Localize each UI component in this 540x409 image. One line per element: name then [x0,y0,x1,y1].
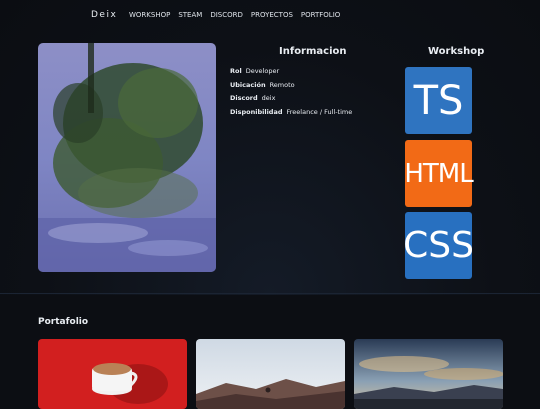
portfolio-card-sunset[interactable] [354,339,503,409]
profile-photo [38,43,216,272]
brand-logo[interactable]: Deix [91,10,117,20]
nav-link-steam[interactable]: STEAM [178,11,202,19]
nav-link-workshop[interactable]: WORKSHOP [129,11,170,19]
portfolio-title: Portafolio [38,317,89,327]
workshop-title: Workshop [428,46,485,57]
info-value: Freelance / Full-time [286,107,353,116]
info-value: deix [261,94,276,103]
info-row-rol: Rol Developer [230,67,352,81]
info-title: Informacion [279,46,347,57]
info-label: Discord [230,94,258,103]
css-icon[interactable]: CSS [403,212,474,279]
info-label: Ubicación [230,80,266,89]
nav-link-discord[interactable]: DISCORD [210,11,243,19]
nav-link-proyectos[interactable]: PROYECTOS [251,11,293,19]
info-row-ubicacion: Ubicación Remoto [230,81,352,95]
info-row-disponibilidad: Disponibilidad Freelance / Full-time [230,108,352,122]
nav-links: WORKSHOP STEAM DISCORD PROYECTOS PORTFOL… [129,11,340,19]
info-list: Rol Developer Ubicación Remoto Discord deix… [230,67,352,121]
portfolio-card-coffee[interactable] [38,339,187,409]
nav-link-portfolio[interactable]: PORTFOLIO [301,11,340,19]
html-icon[interactable]: HTML [404,140,474,207]
info-label: Disponibilidad [230,107,283,116]
info-value: Developer [245,67,280,75]
info-label: Rol [230,67,242,75]
info-value: Remoto [269,80,295,89]
info-row-discord: Discord deix [230,94,352,108]
section-divider [0,293,540,294]
typescript-icon[interactable]: TS [405,67,472,134]
portfolio-card-desert[interactable] [196,339,345,409]
top-nav: Deix WORKSHOP STEAM DISCORD PROYECTOS PO… [0,10,540,22]
